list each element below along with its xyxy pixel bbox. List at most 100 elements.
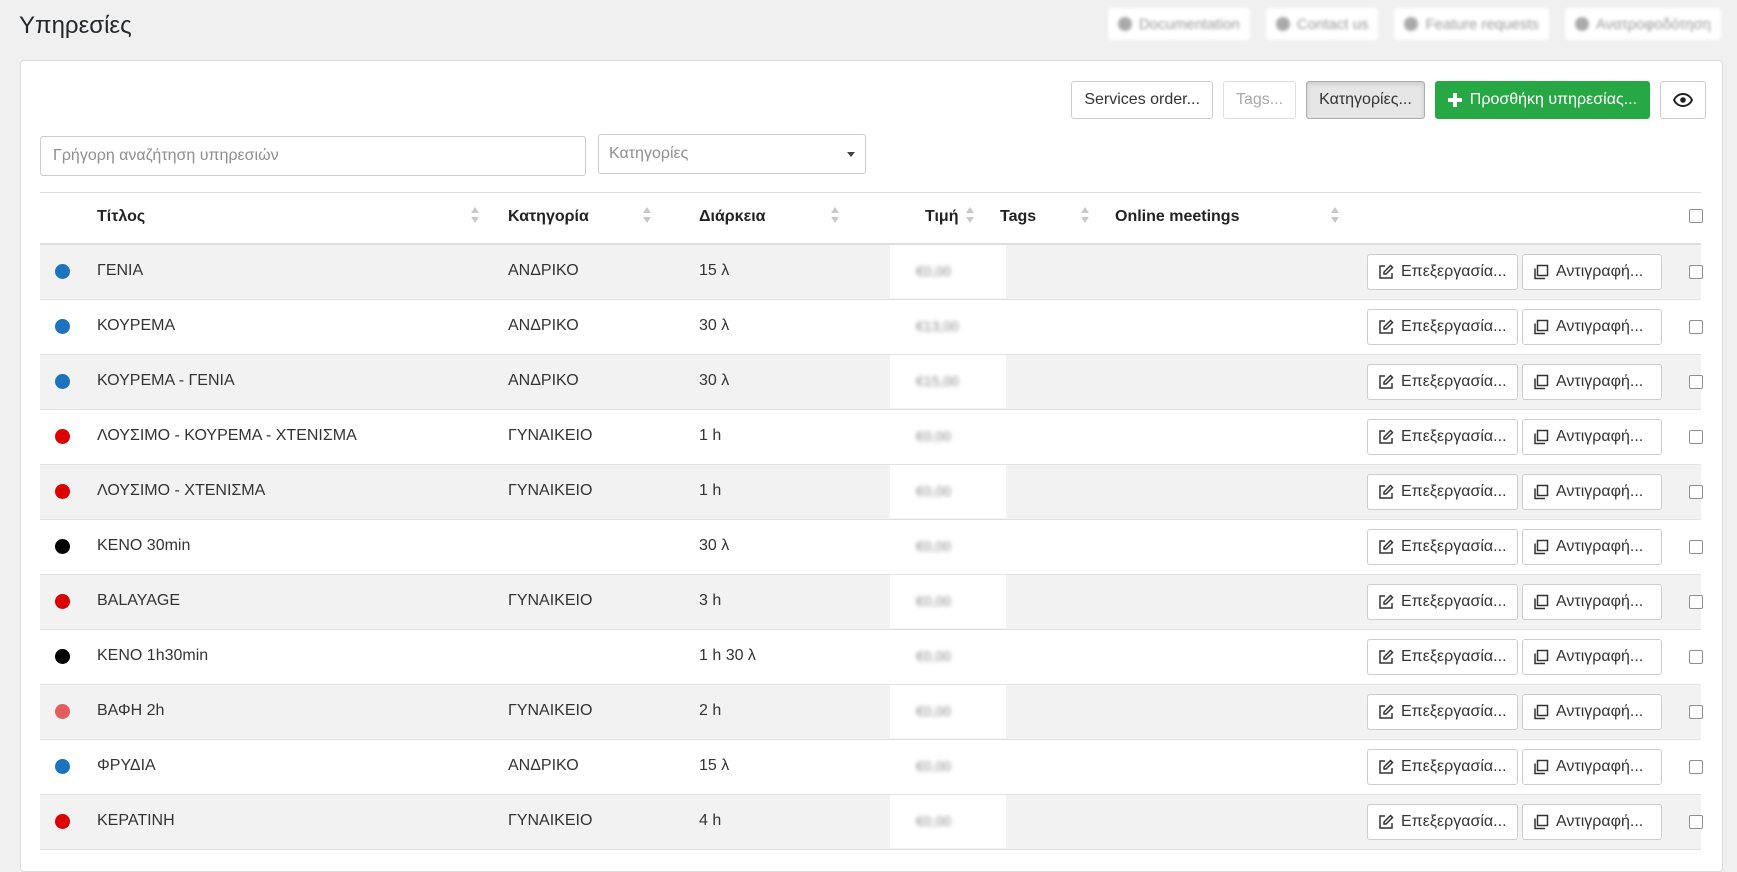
table-row: ΛΟΥΣΙΜΟ - ΧΤΕΝΙΣΜΑ ΓΥΝΑΙΚΕΙΟ 1 h €0,00 Επεξε… <box>40 465 1703 520</box>
row-select-checkbox[interactable] <box>1689 815 1703 829</box>
row-select-checkbox[interactable] <box>1689 705 1703 719</box>
copy-service-button[interactable]: Αντιγραφή... <box>1522 419 1662 455</box>
row-select-checkbox[interactable] <box>1689 375 1703 389</box>
column-header-category[interactable]: Κατηγορία <box>508 208 589 226</box>
copy-icon <box>1534 539 1549 555</box>
eye-icon <box>1673 93 1693 107</box>
copy-service-label: Αντιγραφή... <box>1556 813 1644 830</box>
service-title[interactable]: ΚΟΥΡΕΜΑ - ΓΕΝΙΑ <box>97 372 235 390</box>
feedback-link[interactable]: Ανατροφοδότηση <box>1564 8 1721 40</box>
edit-service-button[interactable]: Επεξεργασία... <box>1367 584 1518 620</box>
lightbulb-icon <box>1404 17 1419 31</box>
sort-price-icon[interactable] <box>965 205 975 227</box>
services-table: Τίτλος Κατηγορία Διάρκεια Τιμή Tags Onli… <box>40 192 1703 850</box>
row-select-checkbox[interactable] <box>1689 540 1703 554</box>
service-price: €0,00 <box>916 758 952 774</box>
column-header-price[interactable]: Τιμή <box>925 208 959 226</box>
add-service-button[interactable]: Προσθήκη υπηρεσίας... <box>1434 81 1650 119</box>
edit-service-button[interactable]: Επεξεργασία... <box>1367 639 1518 675</box>
copy-service-button[interactable]: Αντιγραφή... <box>1522 694 1662 730</box>
sort-online-meetings-icon[interactable] <box>1330 205 1340 227</box>
table-row: ΚΕΡΑΤΙΝΗ ΓΥΝΑΙΚΕΙΟ 4 h €0,00 Επεξεργασία... Α… <box>40 795 1703 850</box>
row-select-checkbox[interactable] <box>1689 595 1703 609</box>
service-duration: 1 h <box>699 427 722 444</box>
sort-category-icon[interactable] <box>642 205 652 227</box>
service-title[interactable]: ΛΟΥΣΙΜΟ - ΧΤΕΝΙΣΜΑ <box>97 482 265 500</box>
copy-service-button[interactable]: Αντιγραφή... <box>1522 584 1662 620</box>
documentation-link-label: Documentation <box>1138 15 1240 33</box>
service-category: ΓΥΝΑΙΚΕΙΟ <box>508 427 593 444</box>
edit-service-button[interactable]: Επεξεργασία... <box>1367 529 1518 565</box>
documentation-link[interactable]: Documentation <box>1107 8 1250 40</box>
feature-requests-link[interactable]: Feature requests <box>1394 8 1549 40</box>
service-color-dot <box>55 814 70 829</box>
service-price: €0,00 <box>916 813 952 829</box>
edit-service-label: Επεξεργασία... <box>1401 373 1507 390</box>
copy-service-button[interactable]: Αντιγραφή... <box>1522 529 1662 565</box>
column-header-tags[interactable]: Tags <box>1000 208 1036 226</box>
edit-service-button[interactable]: Επεξεργασία... <box>1367 474 1518 510</box>
search-input[interactable] <box>40 136 586 176</box>
contact-us-link[interactable]: Contact us <box>1265 8 1379 40</box>
select-all-checkbox[interactable] <box>1689 209 1703 223</box>
edit-service-button[interactable]: Επεξεργασία... <box>1367 749 1518 785</box>
copy-service-button[interactable]: Αντιγραφή... <box>1522 804 1662 840</box>
edit-service-button[interactable]: Επεξεργασία... <box>1367 309 1518 345</box>
edit-service-button[interactable]: Επεξεργασία... <box>1367 254 1518 290</box>
copy-service-button[interactable]: Αντιγραφή... <box>1522 474 1662 510</box>
tags-button[interactable]: Tags... <box>1222 81 1297 119</box>
services-order-button[interactable]: Services order... <box>1071 81 1213 119</box>
service-title[interactable]: ΚΟΥΡΕΜΑ <box>97 317 175 335</box>
row-select-checkbox[interactable] <box>1689 760 1703 774</box>
service-category: ΑΝΔΡΙΚΟ <box>508 317 579 334</box>
categories-button[interactable]: Κατηγορίες... <box>1306 81 1425 119</box>
table-row: ΚΕΝΟ 1h30min 1 h 30 λ €0,00 Επεξεργασία... Α… <box>40 630 1703 685</box>
copy-icon <box>1534 759 1549 775</box>
feedback-icon <box>1574 17 1589 31</box>
edit-service-button[interactable]: Επεξεργασία... <box>1367 694 1518 730</box>
copy-service-button[interactable]: Αντιγραφή... <box>1522 364 1662 400</box>
service-color-dot <box>55 264 70 279</box>
service-title[interactable]: ΦΡΥΔΙΑ <box>97 757 156 775</box>
row-select-checkbox[interactable] <box>1689 650 1703 664</box>
row-select-checkbox[interactable] <box>1689 265 1703 279</box>
service-title[interactable]: ΓΕΝΙΑ <box>97 262 143 280</box>
category-filter-placeholder: Κατηγορίες <box>609 145 689 162</box>
copy-service-label: Αντιγραφή... <box>1556 263 1644 280</box>
sort-title-icon[interactable] <box>470 205 480 227</box>
sort-tags-icon[interactable] <box>1080 205 1090 227</box>
edit-service-button[interactable]: Επεξεργασία... <box>1367 364 1518 400</box>
service-title[interactable]: ΒΑΦΗ 2h <box>97 702 164 720</box>
table-row: ΛΟΥΣΙΜΟ - ΚΟΥΡΕΜΑ - ΧΤΕΝΙΣΜΑ ΓΥΝΑΙΚΕΙΟ 1 h… <box>40 410 1703 465</box>
edit-service-button[interactable]: Επεξεργασία... <box>1367 804 1518 840</box>
edit-service-label: Επεξεργασία... <box>1401 318 1507 335</box>
service-color-dot <box>55 539 70 554</box>
service-title[interactable]: BALAYAGE <box>97 592 180 610</box>
edit-icon <box>1379 814 1394 829</box>
service-title[interactable]: ΚΕΝΟ 1h30min <box>97 647 208 665</box>
service-title[interactable]: ΛΟΥΣΙΜΟ - ΚΟΥΡΕΜΑ - ΧΤΕΝΙΣΜΑ <box>97 427 357 445</box>
copy-service-button[interactable]: Αντιγραφή... <box>1522 749 1662 785</box>
copy-service-button[interactable]: Αντιγραφή... <box>1522 309 1662 345</box>
category-filter-select[interactable]: Κατηγορίες <box>598 134 866 174</box>
sort-duration-icon[interactable] <box>830 205 840 227</box>
copy-service-label: Αντιγραφή... <box>1556 648 1644 665</box>
row-select-checkbox[interactable] <box>1689 485 1703 499</box>
copy-icon <box>1534 704 1549 720</box>
visibility-toggle-button[interactable] <box>1660 81 1706 119</box>
service-duration: 1 h 30 λ <box>699 647 756 664</box>
copy-icon <box>1534 649 1549 665</box>
table-row: ΦΡΥΔΙΑ ΑΝΔΡΙΚΟ 15 λ €0,00 Επεξεργασία... Αντι… <box>40 740 1703 795</box>
column-header-title[interactable]: Τίτλος <box>97 208 145 226</box>
row-select-checkbox[interactable] <box>1689 320 1703 334</box>
copy-icon <box>1534 429 1549 445</box>
info-icon <box>1117 17 1132 31</box>
column-header-online-meetings[interactable]: Online meetings <box>1115 208 1239 226</box>
column-header-duration[interactable]: Διάρκεια <box>699 208 765 226</box>
edit-service-button[interactable]: Επεξεργασία... <box>1367 419 1518 455</box>
service-title[interactable]: ΚΕΡΑΤΙΝΗ <box>97 812 175 830</box>
service-title[interactable]: ΚΕΝΟ 30min <box>97 537 190 555</box>
copy-service-button[interactable]: Αντιγραφή... <box>1522 639 1662 675</box>
copy-service-button[interactable]: Αντιγραφή... <box>1522 254 1662 290</box>
row-select-checkbox[interactable] <box>1689 430 1703 444</box>
